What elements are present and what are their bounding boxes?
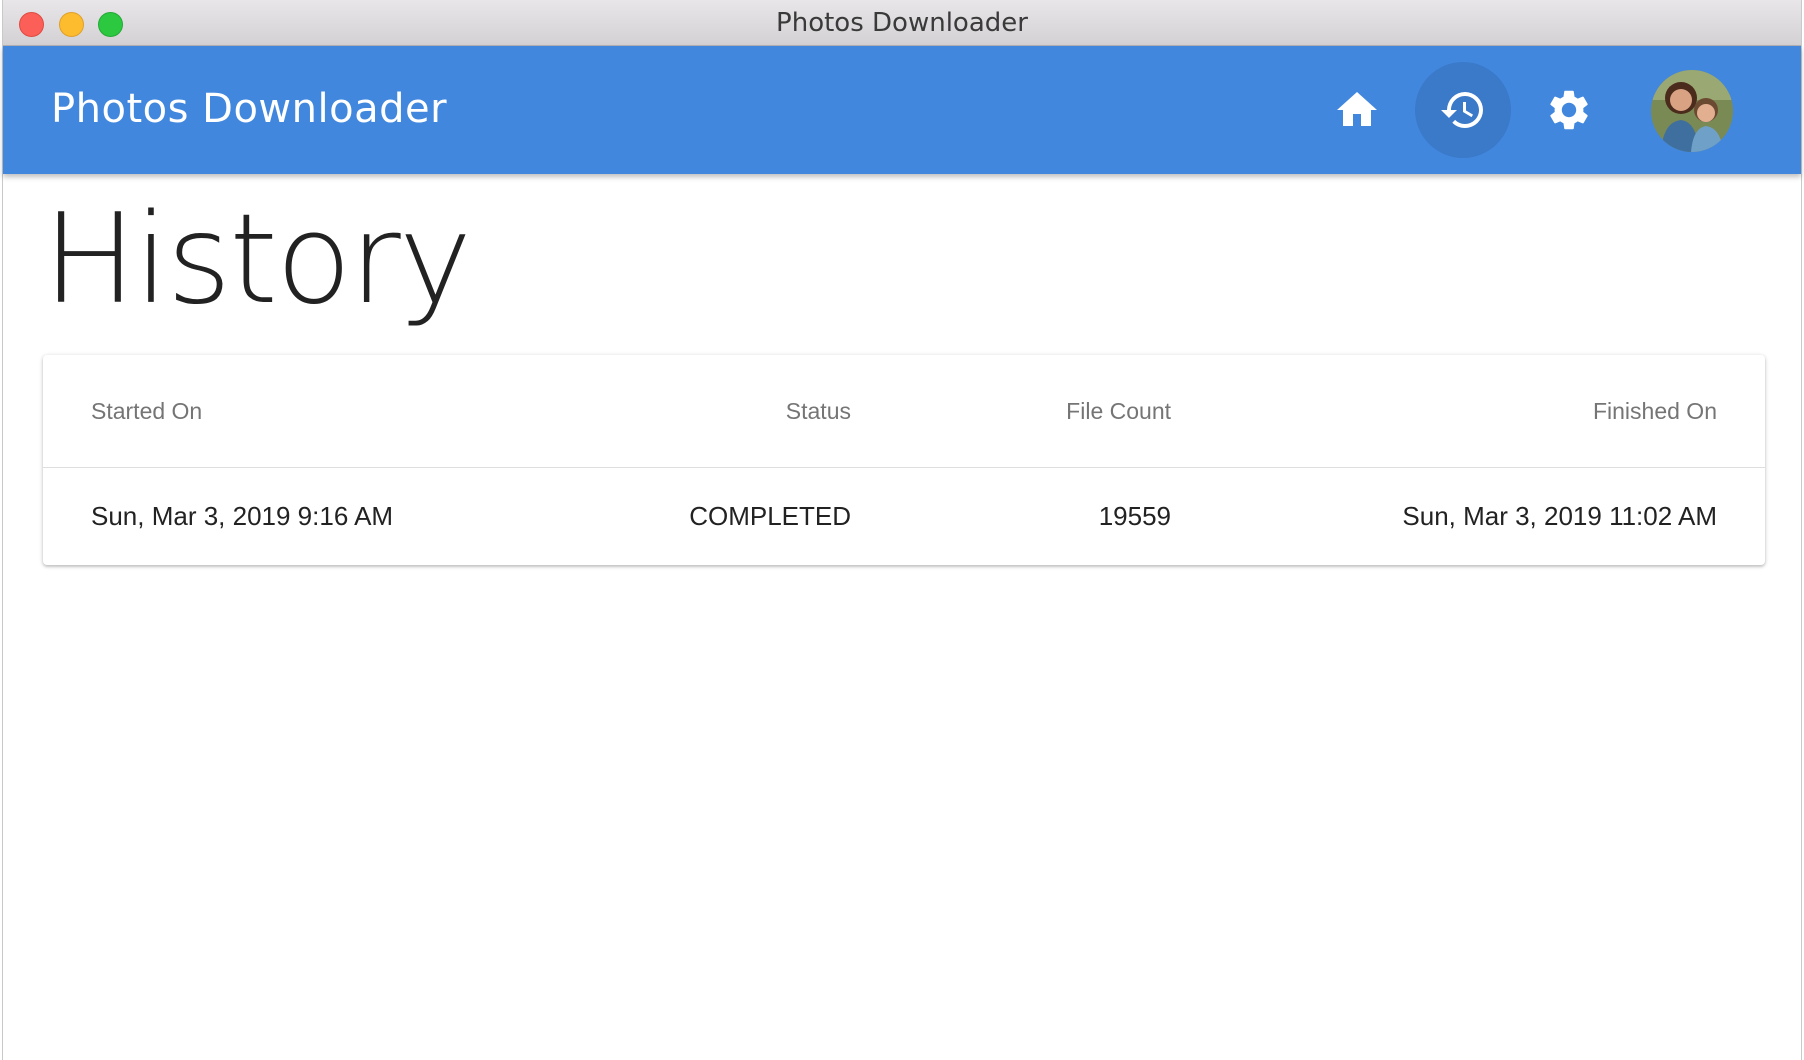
settings-button[interactable] [1521,62,1617,158]
column-header-status[interactable]: Status [786,355,851,467]
table-row[interactable]: Sun, Mar 3, 2019 9:16 AM COMPLETED 19559… [43,468,1765,565]
home-button[interactable] [1309,62,1405,158]
window-title: Photos Downloader [776,7,1028,38]
cell-status: COMPLETED [689,501,851,531]
avatar-photo-icon [1651,70,1733,152]
column-header-file-count[interactable]: File Count [1066,355,1171,467]
home-icon [1337,92,1377,126]
cell-started-on: Sun, Mar 3, 2019 9:16 AM [91,501,394,531]
window-close-button[interactable] [19,12,44,37]
app-bar: Photos Downloader [3,46,1801,174]
gear-icon [1550,90,1588,130]
history-icon [1441,92,1483,129]
history-table: Started On Status File Count Finished On… [43,355,1765,565]
cell-finished-on: Sun, Mar 3, 2019 11:02 AM [1402,501,1717,531]
user-avatar[interactable] [1651,70,1733,152]
page-title: History [43,188,472,332]
window-titlebar[interactable]: Photos Downloader [3,0,1801,46]
history-button[interactable] [1415,62,1511,158]
app-window: Photos Downloader Photos Downloader Hist… [2,0,1802,1060]
window-maximize-button[interactable] [98,12,123,37]
table-header-row: Started On Status File Count Finished On [43,355,1765,468]
column-header-started-on[interactable]: Started On [91,355,202,467]
cell-file-count: 19559 [1098,501,1171,531]
window-minimize-button[interactable] [59,12,84,37]
app-title: Photos Downloader [51,86,448,132]
column-header-finished-on[interactable]: Finished On [1593,355,1717,467]
